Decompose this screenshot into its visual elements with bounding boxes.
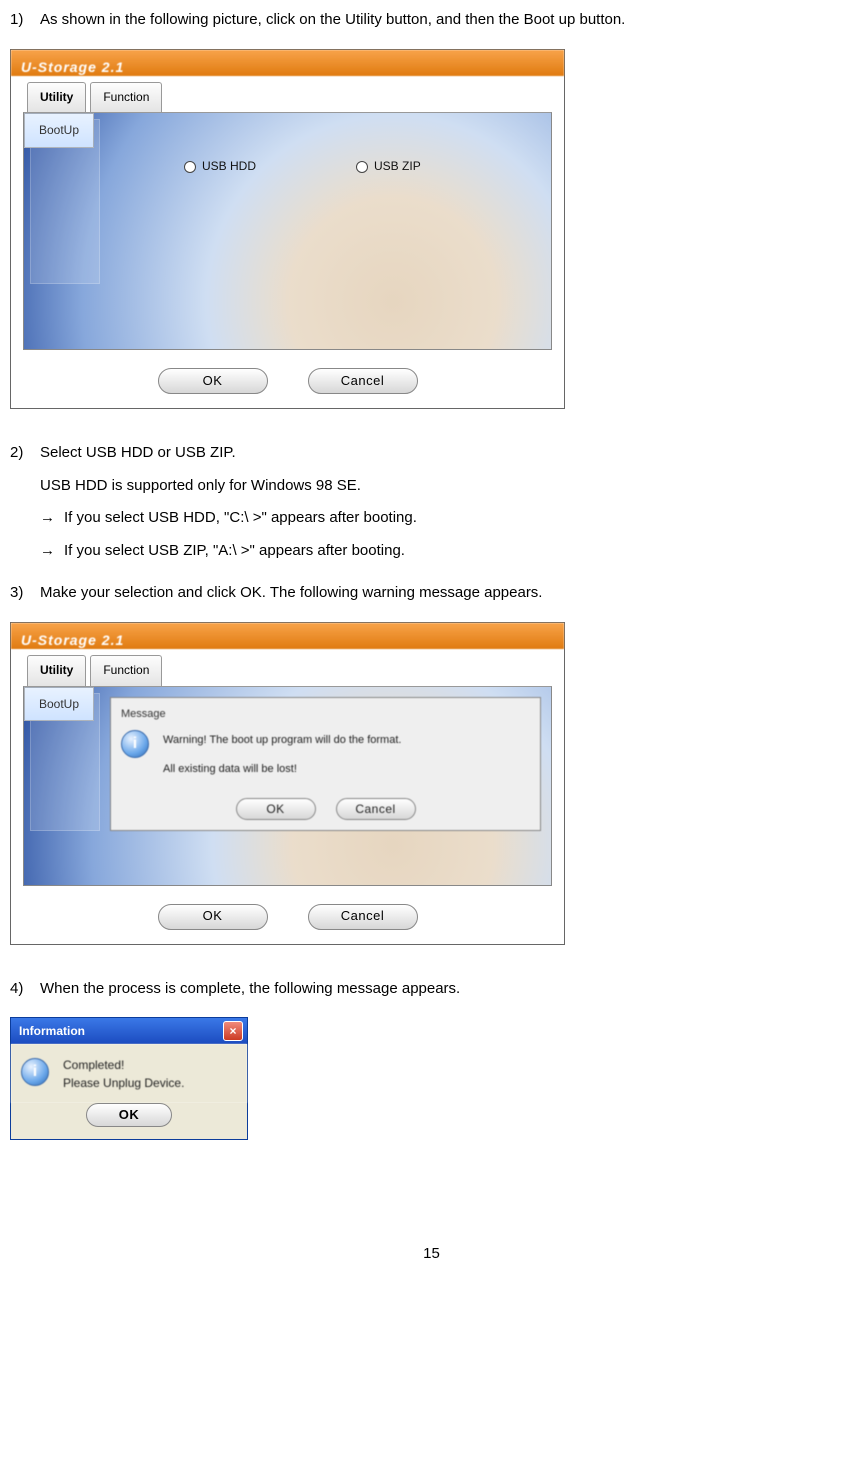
msg-cancel-button[interactable]: Cancel	[336, 798, 416, 820]
message-dialog: Message i Warning! The boot up program w…	[110, 697, 541, 832]
step-3: 3) Make your selection and click OK. The…	[10, 579, 853, 612]
msg-ok-button[interactable]: OK	[236, 798, 316, 820]
radio-usb-zip[interactable]: USB ZIP	[356, 155, 421, 178]
step-2: 2) Select USB HDD or USB ZIP. USB HDD is…	[10, 439, 853, 569]
step-2-line2: USB HDD is supported only for Windows 98…	[40, 472, 853, 501]
cancel-button[interactable]: Cancel	[308, 368, 418, 394]
step-4-number: 4)	[10, 975, 40, 1008]
message-line-2: All existing data will be lost!	[163, 759, 401, 780]
information-lines: Completed! Please Unplug Device.	[63, 1058, 184, 1093]
message-line-1: Warning! The boot up program will do the…	[163, 730, 401, 751]
message-lines: Warning! The boot up program will do the…	[163, 730, 401, 788]
app-titlebar: U-Storage 2.1	[11, 623, 564, 649]
radio-row: USB HDD USB ZIP	[184, 155, 421, 178]
tab-utility[interactable]: Utility	[27, 655, 86, 686]
page-number: 15	[10, 1240, 853, 1269]
step-1-body: As shown in the following picture, click…	[40, 6, 853, 39]
step-3-text: Make your selection and click OK. The fo…	[40, 579, 853, 608]
step-3-number: 3)	[10, 579, 40, 612]
message-title: Message	[121, 704, 530, 725]
info-icon: i	[21, 1058, 49, 1086]
button-bar: OK Cancel	[11, 358, 564, 408]
step-2-line1: Select USB HDD or USB ZIP.	[40, 439, 853, 468]
radio-usb-hdd[interactable]: USB HDD	[184, 155, 256, 178]
info-ok-button[interactable]: OK	[86, 1103, 172, 1127]
button-bar: OK Cancel	[11, 894, 564, 944]
app-window-2: U-Storage 2.1 Utility Function BootUp Me…	[10, 622, 565, 945]
close-icon[interactable]: ×	[223, 1021, 243, 1041]
step-2-body: Select USB HDD or USB ZIP. USB HDD is su…	[40, 439, 853, 569]
step-1-text: As shown in the following picture, click…	[40, 6, 853, 35]
tab-function[interactable]: Function	[90, 82, 162, 113]
step-4: 4) When the process is complete, the fol…	[10, 975, 853, 1008]
message-button-row: OK Cancel	[121, 798, 530, 820]
sidebar-item-bootup[interactable]: BootUp	[24, 687, 94, 722]
step-2-sub1-text: If you select USB HDD, "C:\ >" appears a…	[64, 504, 417, 533]
information-title: Information	[19, 1020, 85, 1043]
app-titlebar: U-Storage 2.1	[11, 50, 564, 76]
information-body: i Completed! Please Unplug Device.	[11, 1044, 247, 1103]
cancel-button[interactable]: Cancel	[308, 904, 418, 930]
information-titlebar: Information ×	[11, 1018, 247, 1044]
info-icon: i	[121, 730, 149, 758]
step-2-sub2-text: If you select USB ZIP, "A:\ >" appears a…	[64, 537, 405, 566]
app-tabbar: Utility Function	[11, 649, 564, 686]
tab-function[interactable]: Function	[90, 655, 162, 686]
ok-button[interactable]: OK	[158, 368, 268, 394]
app-window-1: U-Storage 2.1 Utility Function BootUp US…	[10, 49, 565, 410]
information-dialog: Information × i Completed! Please Unplug…	[10, 1017, 248, 1140]
radio-icon	[356, 161, 368, 173]
step-3-body: Make your selection and click OK. The fo…	[40, 579, 853, 612]
information-line-1: Completed!	[63, 1058, 184, 1074]
step-1-number: 1)	[10, 6, 40, 39]
sidebar-item-bootup[interactable]: BootUp	[24, 113, 94, 148]
radio-usb-hdd-label: USB HDD	[202, 155, 256, 178]
step-2-sub2: → If you select USB ZIP, "A:\ >" appears…	[40, 537, 853, 566]
radio-usb-zip-label: USB ZIP	[374, 155, 421, 178]
tab-utility[interactable]: Utility	[27, 82, 86, 113]
step-4-body: When the process is complete, the follow…	[40, 975, 853, 1008]
app-tabbar: Utility Function	[11, 76, 564, 113]
step-4-text: When the process is complete, the follow…	[40, 975, 853, 1004]
step-1: 1) As shown in the following picture, cl…	[10, 6, 853, 39]
step-2-number: 2)	[10, 439, 40, 569]
app-canvas: BootUp Message i Warning! The boot up pr…	[23, 686, 552, 886]
arrow-icon: →	[40, 537, 64, 566]
radio-icon	[184, 161, 196, 173]
app-canvas: BootUp USB HDD USB ZIP	[23, 112, 552, 350]
information-line-2: Please Unplug Device.	[63, 1076, 184, 1092]
arrow-icon: →	[40, 504, 64, 533]
message-body: i Warning! The boot up program will do t…	[121, 730, 530, 788]
information-button-row: OK	[11, 1103, 247, 1139]
step-2-sub1: → If you select USB HDD, "C:\ >" appears…	[40, 504, 853, 533]
ok-button[interactable]: OK	[158, 904, 268, 930]
